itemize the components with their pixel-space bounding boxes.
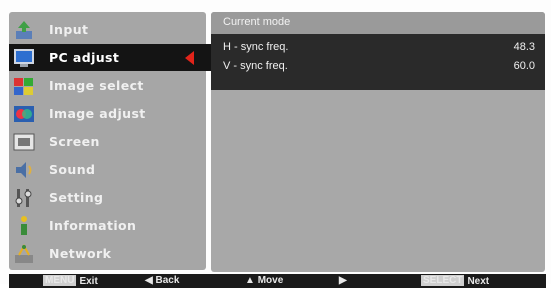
panel-title: Current mode: [223, 16, 291, 28]
h-sync-label: H - sync freq.: [223, 41, 289, 53]
menu-item-label: Sound: [49, 162, 96, 177]
information-icon: [13, 215, 35, 237]
screen-icon: [13, 131, 35, 153]
help-exit: MENU Exit: [43, 275, 98, 287]
panel-header: Current mode: [211, 12, 545, 34]
v-sync-label: V - sync freq.: [223, 60, 288, 72]
menu-item-image-select[interactable]: Image select: [9, 72, 206, 99]
menu-item-sound[interactable]: Sound: [9, 156, 206, 183]
menu-item-input[interactable]: Input: [9, 16, 206, 43]
menu-item-label: Screen: [49, 134, 100, 149]
menu-item-label: Network: [49, 246, 112, 261]
menu-item-network[interactable]: Network: [9, 240, 206, 267]
network-icon: [13, 243, 35, 265]
menu-item-setting[interactable]: Setting: [9, 184, 206, 211]
menu-item-label: Image adjust: [49, 106, 146, 121]
help-next: SELECT Next: [421, 275, 490, 287]
select-key-icon: SELECT: [421, 275, 465, 286]
menu-item-information[interactable]: Information: [9, 212, 206, 239]
help-adjust: ▶: [339, 275, 347, 286]
menu-item-image-adjust[interactable]: Image adjust: [9, 100, 206, 127]
image-adjust-icon: [13, 103, 35, 125]
menu-item-label: Information: [49, 218, 137, 233]
image-select-icon: [13, 75, 35, 97]
projector-osd: Input PC adjust Image select Image adjus…: [0, 0, 551, 288]
sound-icon: [13, 159, 35, 181]
h-sync-value: 48.3: [513, 41, 535, 53]
help-move: ▲ Move: [245, 275, 284, 286]
v-sync-value: 60.0: [513, 60, 535, 72]
setting-icon: [13, 187, 35, 209]
selection-arrow-icon: [185, 51, 194, 65]
menu-key-icon: MENU: [43, 275, 77, 286]
input-icon: [13, 19, 35, 41]
current-mode-info: H - sync freq. 48.3 V - sync freq. 60.0: [211, 34, 545, 90]
h-sync-row: H - sync freq. 48.3: [223, 41, 535, 57]
menu-item-label: Setting: [49, 190, 104, 205]
v-sync-row: V - sync freq. 60.0: [223, 60, 535, 76]
help-bar: MENU Exit ◀ Back ▲ Move ▶ SELECT Next: [9, 274, 546, 288]
menu-item-screen[interactable]: Screen: [9, 128, 206, 155]
main-menu: Input PC adjust Image select Image adjus…: [9, 12, 224, 270]
menu-item-label: Input: [49, 22, 89, 37]
pc-adjust-panel: Current mode H - sync freq. 48.3 V - syn…: [211, 12, 545, 272]
menu-item-label: Image select: [49, 78, 144, 93]
menu-item-label: PC adjust: [49, 50, 120, 65]
help-back: ◀ Back: [145, 275, 180, 286]
pc-adjust-icon: [13, 47, 35, 69]
menu-item-pc-adjust[interactable]: PC adjust: [9, 44, 224, 71]
